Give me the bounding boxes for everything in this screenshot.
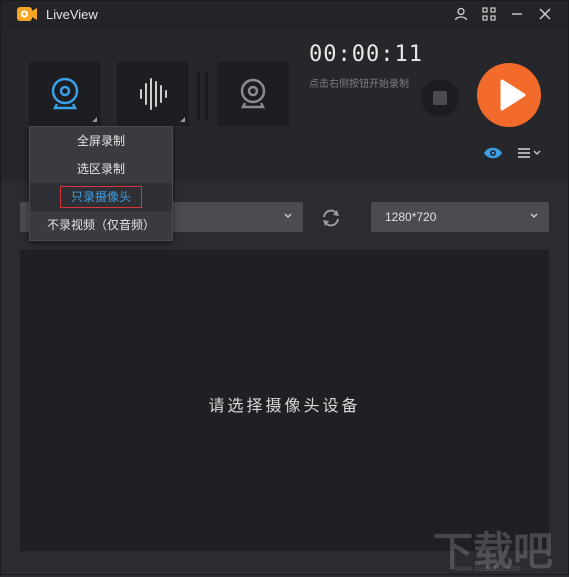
volume-bar-right[interactable] [205, 71, 208, 121]
camera-source-button[interactable] [217, 62, 289, 126]
record-hint: 点击右侧按钮开始录制 [309, 79, 409, 90]
audio-source-button[interactable] [117, 62, 189, 126]
menu-item-label: 不录视频（仅音频） [46, 218, 155, 232]
video-source-button[interactable] [29, 62, 101, 126]
resolution-value: 1280*720 [385, 210, 437, 224]
minimize-icon [512, 13, 522, 15]
record-mode-menu: 全屏录制 选区录制 只录摄像头 不录视频（仅音频） [29, 126, 173, 241]
camera-icon [240, 78, 266, 109]
minimize-button[interactable] [507, 5, 527, 23]
stop-button[interactable] [421, 79, 459, 117]
expand-corner-icon [92, 117, 97, 122]
close-button[interactable] [535, 5, 555, 23]
menu-icon [518, 148, 541, 158]
menu-item-camera-only[interactable]: 只录摄像头 [30, 183, 172, 211]
menu-item-label: 全屏录制 [76, 134, 125, 148]
chevron-down-icon [530, 213, 538, 218]
preview-toggle-button[interactable] [483, 146, 503, 165]
menu-item-label: 只录摄像头 [59, 186, 142, 208]
resolution-select[interactable]: 1280*720 [371, 202, 549, 232]
camera-app-icon [17, 7, 37, 21]
stop-icon [433, 91, 447, 105]
preview-message: 请选择摄像头设备 [208, 398, 361, 415]
record-timer: 00:00:11 [309, 42, 423, 67]
webcam-icon [51, 77, 79, 110]
title-bar: LiveView [1, 1, 568, 29]
app-window: LiveView 00:00:11 点击右侧按钮开始录制 1280*720 请选… [0, 0, 569, 575]
user-button[interactable] [451, 5, 471, 23]
menu-item-audio-only[interactable]: 不录视频（仅音频） [30, 211, 172, 239]
refresh-icon[interactable] [320, 207, 342, 229]
watermark-url: www.xiazaiba.com [455, 564, 521, 573]
record-button[interactable] [477, 63, 541, 127]
audio-wave-icon [140, 78, 167, 110]
camera-preview: 请选择摄像头设备 [20, 250, 549, 551]
menu-item-region[interactable]: 选区录制 [30, 155, 172, 183]
grid-icon [482, 7, 496, 21]
close-icon [539, 8, 551, 20]
expand-corner-icon [180, 117, 185, 122]
chevron-down-icon [284, 213, 292, 218]
menu-item-label: 选区录制 [76, 162, 125, 176]
apps-button[interactable] [479, 5, 499, 23]
menu-button[interactable] [517, 146, 543, 165]
user-icon [454, 7, 468, 21]
window-title: LiveView [46, 7, 98, 22]
play-icon [500, 79, 526, 111]
menu-item-fullscreen[interactable]: 全屏录制 [30, 127, 172, 155]
eye-icon [484, 147, 502, 159]
volume-bar-left[interactable] [197, 71, 200, 121]
